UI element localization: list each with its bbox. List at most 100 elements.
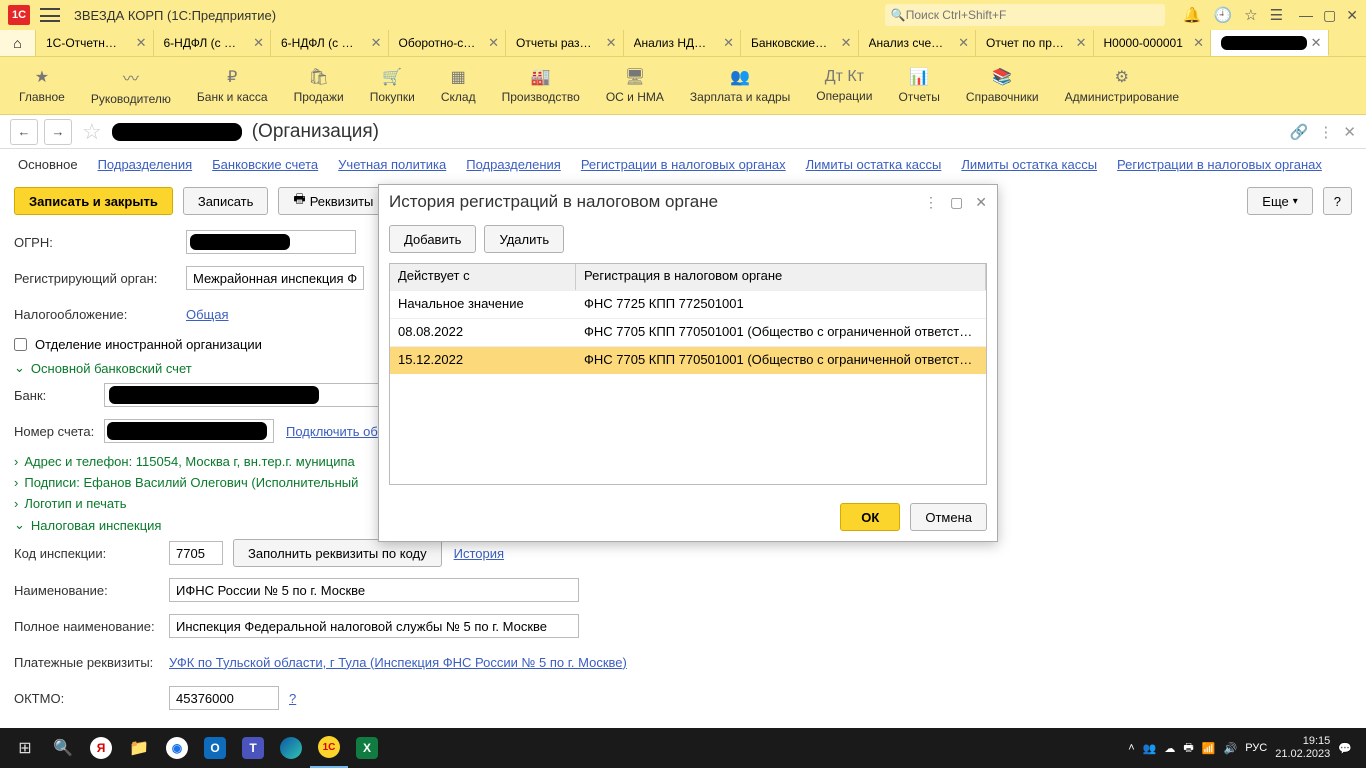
- history-icon[interactable]: 🕘: [1213, 6, 1232, 24]
- save-close-button[interactable]: Записать и закрыть: [14, 187, 173, 215]
- document-tab[interactable]: Банковские…✕: [741, 30, 859, 56]
- dialog-add-button[interactable]: Добавить: [389, 225, 476, 253]
- outlook-icon[interactable]: O: [196, 728, 234, 768]
- nav-item[interactable]: 📚Справочники: [953, 57, 1052, 114]
- nav-item[interactable]: 👥Зарплата и кадры: [677, 57, 803, 114]
- table-row[interactable]: Начальное значениеФНС 7725 КПП 772501001: [390, 290, 986, 318]
- kebab-icon[interactable]: ⋮: [1318, 123, 1333, 141]
- dialog-delete-button[interactable]: Удалить: [484, 225, 564, 253]
- history-link[interactable]: История: [454, 546, 504, 561]
- dialog-maximize-icon[interactable]: ▢: [950, 194, 963, 211]
- sub-tab[interactable]: Лимиты остатка кассы: [806, 157, 942, 172]
- nav-item[interactable]: Дт КтОперации: [803, 57, 885, 114]
- 1c-taskbar-icon[interactable]: 1C: [310, 728, 348, 768]
- document-tab[interactable]: 6-НДФЛ (с …✕: [154, 30, 272, 56]
- nav-item[interactable]: 🛍Продажи: [281, 57, 357, 114]
- nav-item[interactable]: ★Главное: [6, 57, 78, 114]
- sub-tab[interactable]: Регистрации в налоговых органах: [581, 157, 786, 172]
- ogrn-input[interactable]: [186, 230, 356, 254]
- nav-item[interactable]: 〰Руководителю: [78, 57, 184, 114]
- tab-close-icon[interactable]: ✕: [606, 35, 617, 51]
- document-tab[interactable]: 1С-Отчетн…✕: [36, 30, 154, 56]
- sub-tab[interactable]: Подразделения: [98, 157, 193, 172]
- more-button[interactable]: Еще ▾: [1247, 187, 1312, 215]
- chrome-icon[interactable]: ◉: [158, 728, 196, 768]
- tray-teams-icon[interactable]: 👥: [1143, 742, 1157, 755]
- document-tab-active[interactable]: ✕: [1211, 30, 1329, 56]
- table-row[interactable]: 15.12.2022ФНС 7705 КПП 770501001 (Общест…: [390, 346, 986, 374]
- document-tab[interactable]: Анализ НД…✕: [624, 30, 742, 56]
- fill-button[interactable]: Заполнить реквизиты по коду: [233, 539, 442, 567]
- tab-close-icon[interactable]: ✕: [253, 35, 264, 51]
- forward-button[interactable]: →: [44, 119, 72, 145]
- tray-lang[interactable]: РУС: [1245, 742, 1267, 754]
- tray-printer-icon[interactable]: 🖶: [1183, 739, 1193, 758]
- save-button[interactable]: Записать: [183, 187, 269, 215]
- excel-icon[interactable]: X: [348, 728, 386, 768]
- nav-item[interactable]: 📊Отчеты: [885, 57, 952, 114]
- tab-close-icon[interactable]: ✕: [371, 35, 382, 51]
- nav-item[interactable]: ▦Склад: [428, 57, 489, 114]
- payment-link[interactable]: УФК по Тульской области, г Тула (Инспекц…: [169, 655, 627, 670]
- table-row[interactable]: 08.08.2022ФНС 7705 КПП 770501001 (Общест…: [390, 318, 986, 346]
- tray-cloud-icon[interactable]: ☁: [1164, 742, 1175, 755]
- link-icon[interactable]: 🔗: [1290, 123, 1309, 141]
- sub-tab[interactable]: Учетная политика: [338, 157, 446, 172]
- nav-item[interactable]: 🏭Производство: [489, 57, 593, 114]
- dialog-cancel-button[interactable]: Отмена: [910, 503, 987, 531]
- nav-item[interactable]: ⚙Администрирование: [1052, 57, 1192, 114]
- tab-close-icon[interactable]: ✕: [958, 35, 969, 51]
- burger-menu-icon[interactable]: [40, 8, 60, 22]
- minimize-icon[interactable]: —: [1299, 7, 1313, 24]
- oktmo-help[interactable]: ?: [289, 691, 296, 706]
- dialog-kebab-icon[interactable]: ⋮: [924, 194, 938, 211]
- start-button[interactable]: ⊞: [6, 728, 44, 768]
- foreign-checkbox[interactable]: [14, 338, 27, 351]
- name-input[interactable]: [169, 578, 579, 602]
- reg-organ-input[interactable]: [186, 266, 364, 290]
- sub-tab[interactable]: Основное: [18, 157, 78, 172]
- tab-close-icon[interactable]: ✕: [1193, 35, 1204, 51]
- help-button[interactable]: ?: [1323, 187, 1352, 215]
- tray-notifications-icon[interactable]: 💬: [1338, 742, 1352, 755]
- bell-icon[interactable]: 🔔: [1183, 6, 1202, 24]
- star-icon[interactable]: ☆: [1244, 6, 1257, 24]
- sub-tab[interactable]: Банковские счета: [212, 157, 318, 172]
- search-taskbar-icon[interactable]: 🔍: [44, 728, 82, 768]
- nav-item[interactable]: ₽Банк и касса: [184, 57, 281, 114]
- tray-chevron-icon[interactable]: ˄: [1128, 742, 1134, 754]
- sub-tab[interactable]: Подразделения: [466, 157, 561, 172]
- favorite-star-icon[interactable]: ☆: [82, 119, 102, 145]
- filter-icon[interactable]: ☰: [1270, 6, 1283, 24]
- document-tab[interactable]: Отчеты раз…✕: [506, 30, 624, 56]
- teams-icon[interactable]: T: [234, 728, 272, 768]
- search-input[interactable]: [906, 8, 1146, 22]
- requisites-button[interactable]: 🖶Реквизиты: [278, 187, 388, 215]
- tab-close-icon[interactable]: ✕: [1311, 35, 1322, 51]
- fullname-input[interactable]: [169, 614, 579, 638]
- code-input[interactable]: [169, 541, 223, 565]
- tab-close-icon[interactable]: ✕: [136, 35, 147, 51]
- form-close-icon[interactable]: ✕: [1343, 123, 1356, 141]
- global-search[interactable]: 🔍: [885, 4, 1165, 26]
- yandex-icon[interactable]: Я: [82, 728, 120, 768]
- tray-sound-icon[interactable]: 🔊: [1224, 742, 1238, 755]
- document-tab[interactable]: Н0000-000001✕: [1094, 30, 1212, 56]
- tab-close-icon[interactable]: ✕: [488, 35, 499, 51]
- tray-clock[interactable]: 19:15 21.02.2023: [1275, 735, 1330, 761]
- explorer-icon[interactable]: 📁: [120, 728, 158, 768]
- back-button[interactable]: ←: [10, 119, 38, 145]
- nav-item[interactable]: 🖥ОС и НМА: [593, 57, 677, 114]
- tab-close-icon[interactable]: ✕: [723, 35, 734, 51]
- tax-link[interactable]: Общая: [186, 307, 229, 322]
- sub-tab[interactable]: Лимиты остатка кассы: [961, 157, 1097, 172]
- edge-icon[interactable]: [272, 728, 310, 768]
- dialog-close-icon[interactable]: ✕: [975, 194, 987, 211]
- tab-close-icon[interactable]: ✕: [1076, 35, 1087, 51]
- document-tab[interactable]: Анализ сче…✕: [859, 30, 977, 56]
- tray-wifi-icon[interactable]: 📶: [1202, 742, 1216, 755]
- document-tab[interactable]: 6-НДФЛ (с …✕: [271, 30, 389, 56]
- close-icon[interactable]: ✕: [1346, 7, 1358, 24]
- tab-close-icon[interactable]: ✕: [841, 35, 852, 51]
- dialog-ok-button[interactable]: ОК: [840, 503, 900, 531]
